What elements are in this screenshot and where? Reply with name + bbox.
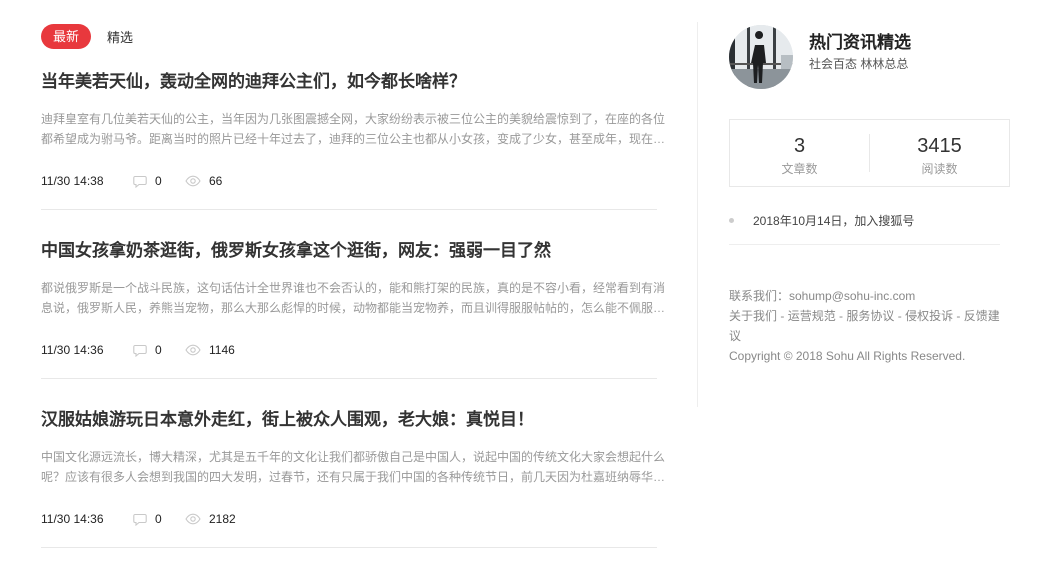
article-item: 当年美若天仙，轰动全网的迪拜公主们，如今都长啥样？ 迪拜皇室有几位美若天仙的公主…	[41, 70, 665, 210]
article-title[interactable]: 汉服姑娘游玩日本意外走红，街上被众人围观，老大娘：真悦目！	[41, 408, 657, 432]
joined-info: 2018年10月14日，加入搜狐号	[729, 212, 914, 229]
profile-name[interactable]: 热门资讯精选	[809, 28, 911, 53]
copyright-text: Copyright © 2018 Sohu All Rights Reserve…	[729, 349, 966, 363]
link-separator: -	[777, 309, 788, 323]
read-count: 1146	[185, 343, 235, 357]
comment-count: 0	[133, 343, 185, 357]
joined-text: 2018年10月14日，加入搜狐号	[753, 214, 915, 228]
eye-icon	[185, 175, 201, 187]
link-separator: -	[894, 309, 906, 323]
comment-count-value: 0	[155, 343, 162, 357]
tab-bar: 最新 精选	[41, 23, 133, 49]
read-count-value: 1146	[209, 343, 235, 357]
link-about[interactable]: 关于我们	[729, 309, 777, 323]
article-meta: 11/30 14:38 0 66	[41, 174, 222, 188]
comment-count-value: 0	[155, 512, 162, 526]
sidebar-footer: 联系我们：sohump@sohu-inc.com 关于我们 - 运营规范 - 服…	[729, 286, 1001, 366]
article-title[interactable]: 当年美若天仙，轰动全网的迪拜公主们，如今都长啥样？	[41, 70, 657, 94]
link-separator: -	[953, 309, 964, 323]
read-count-value: 66	[209, 174, 223, 188]
profile-desc: 社会百态 林林总总	[809, 57, 909, 71]
stat-reads-label: 阅读数	[921, 162, 958, 176]
article-summary[interactable]: 中国文化源远流长，博大精深，尤其是五千年的文化让我们都骄傲自己是中国人，说起中国…	[41, 447, 665, 487]
link-complaint[interactable]: 侵权投诉	[905, 309, 953, 323]
bullet-dot	[729, 218, 734, 223]
comment-bubble-icon	[133, 175, 147, 188]
divider	[41, 378, 657, 379]
column-divider	[697, 22, 698, 407]
article-time: 11/30 14:36	[41, 343, 104, 357]
read-count: 2182	[185, 512, 236, 526]
stat-reads: 3415 阅读数	[870, 120, 1009, 186]
tab-featured[interactable]: 精选	[107, 27, 133, 46]
article-summary[interactable]: 都说俄罗斯是一个战斗民族，这句话估计全世界谁也不会否认的，能和熊打架的民族，真的…	[41, 278, 665, 318]
link-separator: -	[835, 309, 847, 323]
divider	[41, 209, 657, 210]
tab-latest[interactable]: 最新	[41, 23, 92, 49]
avatar[interactable]	[729, 25, 793, 89]
article-time: 11/30 14:36	[41, 512, 104, 526]
comment-count: 0	[133, 512, 185, 526]
avatar-image	[729, 25, 793, 89]
read-count: 66	[185, 174, 222, 188]
contact-text: 联系我们：sohump@sohu-inc.com	[729, 289, 916, 303]
read-count-value: 2182	[209, 512, 236, 526]
footer-links: 关于我们 - 运营规范 - 服务协议 - 侵权投诉 - 反馈建议	[729, 306, 1001, 346]
comment-bubble-icon	[133, 513, 147, 526]
article-meta: 11/30 14:36 0 1146	[41, 343, 235, 357]
eye-icon	[185, 344, 201, 356]
author-profile: 热门资讯精选 社会百态 林林总总	[729, 25, 911, 89]
article-meta: 11/30 14:36 0 2182	[41, 512, 236, 526]
stat-articles-label: 文章数	[781, 162, 818, 176]
stat-articles-num: 3	[793, 135, 806, 157]
profile-text: 热门资讯精选 社会百态 林林总总	[793, 25, 911, 89]
divider	[729, 244, 1000, 245]
comment-count: 0	[133, 174, 185, 188]
link-agreement[interactable]: 服务协议	[846, 309, 894, 323]
stats-box: 3 文章数 3415 阅读数	[729, 119, 1010, 187]
stat-articles: 3 文章数	[730, 120, 869, 186]
link-rules[interactable]: 运营规范	[788, 309, 836, 323]
comment-bubble-icon	[133, 344, 147, 357]
divider	[41, 547, 657, 548]
stat-reads-num: 3415	[917, 135, 962, 157]
article-summary[interactable]: 迪拜皇室有几位美若天仙的公主，当年因为几张图震撼全网，大家纷纷表示被三位公主的美…	[41, 109, 665, 149]
eye-icon	[185, 513, 201, 525]
article-item: 中国女孩拿奶茶逛街，俄罗斯女孩拿这个逛街，网友：强弱一目了然 都说俄罗斯是一个战…	[41, 239, 665, 379]
article-title[interactable]: 中国女孩拿奶茶逛街，俄罗斯女孩拿这个逛街，网友：强弱一目了然	[41, 239, 657, 263]
article-item: 汉服姑娘游玩日本意外走红，街上被众人围观，老大娘：真悦目！ 中国文化源远流长，博…	[41, 408, 665, 548]
comment-count-value: 0	[155, 174, 162, 188]
article-time: 11/30 14:38	[41, 174, 104, 188]
